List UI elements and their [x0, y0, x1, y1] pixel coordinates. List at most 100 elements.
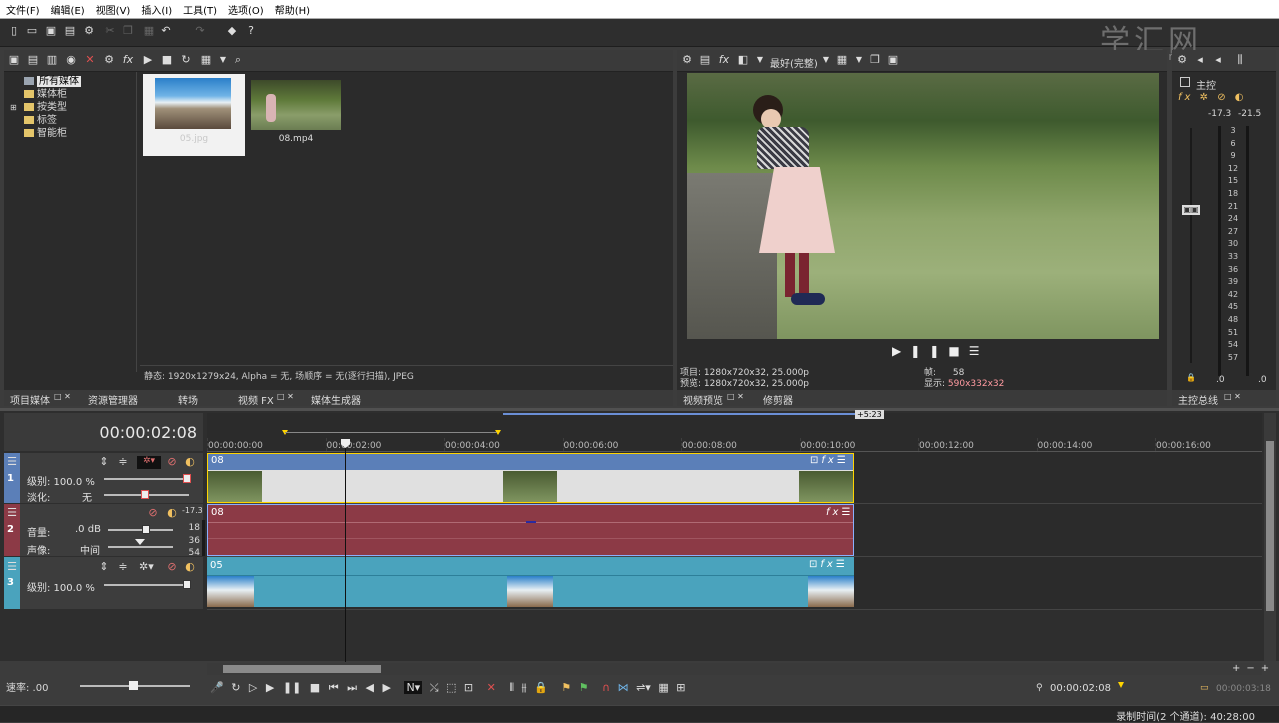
cursor-time[interactable]: 00:00:02:08 [1050, 683, 1111, 694]
redo-icon[interactable]: ↷ [194, 25, 206, 37]
menu-file[interactable]: 文件(F) [0, 0, 45, 17]
menu-edit[interactable]: 编辑(E) [45, 0, 90, 17]
volume-slider-thumb[interactable] [142, 525, 150, 534]
motion-icon[interactable]: ⇕ [98, 561, 110, 573]
menu-insert[interactable]: 插入(I) [135, 0, 177, 17]
preview-stop-icon[interactable]: ■ [948, 344, 968, 358]
media-item-mp4[interactable]: 08.mp4 [251, 78, 341, 150]
timeline-vscrollbar[interactable] [1264, 413, 1276, 661]
menu-help[interactable]: 帮助(H) [269, 0, 315, 17]
preview-menu-icon[interactable]: ☰ [969, 344, 989, 358]
tab-close-icon[interactable]: □ ✕ [727, 392, 744, 401]
master-checkbox[interactable] [1180, 77, 1190, 87]
split-icon[interactable]: ⫵ [521, 681, 526, 694]
help-icon[interactable]: ? [245, 25, 257, 37]
clip-icons[interactable]: ⊡fx☰ [809, 559, 848, 570]
play-from-start-icon[interactable]: ▷ [249, 681, 257, 694]
render-icon[interactable]: ◆ [226, 25, 238, 37]
capture-icon[interactable]: ▤ [27, 54, 39, 66]
mixer-icon[interactable]: ⫼ [1234, 54, 1246, 66]
loop-region-bar[interactable] [503, 413, 855, 415]
tab-video-fx[interactable]: 视频 FX [238, 392, 274, 407]
tree-item[interactable]: 媒体柜 [24, 88, 67, 101]
snap-icon[interactable]: ∩ [602, 681, 610, 694]
marker-icon[interactable]: ⚑ [561, 681, 571, 694]
save-icon[interactable]: ▣ [45, 25, 57, 37]
new-file-icon[interactable]: ▯ [8, 25, 20, 37]
master-fader-thumb[interactable]: ▣▣ [1182, 205, 1200, 215]
remove-icon[interactable]: ✕ [84, 54, 96, 66]
mute-icon[interactable]: ⊘ [166, 561, 178, 573]
media-fx-icon[interactable]: fx [122, 54, 134, 66]
paste-icon[interactable]: ▦ [143, 25, 155, 37]
overlays-dropdown-icon[interactable]: ▼ [853, 54, 865, 66]
preview-play-icon[interactable]: ▶ [892, 344, 910, 358]
clip-icons[interactable]: fx☰ [826, 507, 853, 518]
tab-explorer[interactable]: 资源管理器 [88, 392, 138, 407]
properties-gear-icon[interactable]: ⚙ [83, 25, 95, 37]
go-start-icon[interactable]: ⏮ [329, 681, 339, 694]
track-fx-dropdown[interactable]: ✲▾ [137, 456, 161, 469]
level-slider-thumb[interactable] [183, 474, 191, 483]
selection-tool-icon[interactable]: ⬚ [446, 681, 456, 694]
playhead[interactable] [345, 440, 346, 662]
tree-item[interactable]: 智能柜 [24, 127, 67, 140]
cut-icon[interactable]: ✂ [104, 25, 116, 37]
tree-root[interactable]: 所有媒体 [24, 75, 81, 88]
tab-close-icon[interactable]: □ ✕ [277, 392, 294, 401]
audio-clip[interactable]: 08 fx☰ [207, 504, 854, 556]
vscroll-thumb[interactable] [1266, 441, 1274, 611]
undo-icon[interactable]: ↶ [160, 25, 172, 37]
fade-slider-thumb[interactable] [141, 490, 149, 499]
go-end-icon[interactable]: ⏭ [347, 681, 357, 694]
tab-trimmer[interactable]: 修剪器 [763, 392, 793, 407]
media-properties-icon[interactable]: ⚙ [103, 54, 115, 66]
media-item-jpg[interactable]: 05.jpg [143, 74, 245, 156]
pause-icon[interactable]: ❚❚ [283, 681, 301, 694]
hscroll-thumb[interactable] [223, 665, 381, 673]
prev-frame-icon[interactable]: ◀ [366, 681, 374, 694]
region-icon[interactable]: ⚑ [579, 681, 589, 694]
menu-view[interactable]: 视图(V) [90, 0, 136, 17]
import-media-icon[interactable]: ▣ [8, 54, 20, 66]
menu-tools[interactable]: 工具(T) [177, 0, 222, 17]
rate-slider-thumb[interactable] [129, 681, 138, 690]
solo-icon[interactable]: ◐ [184, 561, 196, 573]
external-monitor-icon[interactable]: ▤ [699, 54, 711, 66]
solo-icon[interactable]: ◐ [184, 456, 196, 468]
mute-icon[interactable]: ⊘ [166, 456, 178, 468]
delete-icon[interactable]: ✕ [487, 681, 496, 694]
motion-icon[interactable]: ⇕ [98, 456, 110, 468]
auto-crossfade-icon[interactable]: ⋈ [618, 681, 629, 694]
stop-preview-icon[interactable]: ■ [161, 54, 173, 66]
get-media-icon[interactable]: ▥ [46, 54, 58, 66]
clip-icons[interactable]: ⊡fx☰ [810, 455, 849, 466]
solo-icon[interactable]: ◐ [166, 507, 178, 519]
preview-properties-icon[interactable]: ⚙ [681, 54, 693, 66]
tree-item[interactable]: 标签 [24, 114, 57, 127]
stop-icon[interactable]: ■ [310, 681, 320, 694]
lock-icon[interactable]: 🔒 [534, 681, 548, 694]
tab-video-preview[interactable]: 视频预览 [683, 392, 723, 407]
record-icon[interactable]: 🎤 [210, 681, 224, 694]
mute-icon[interactable]: ⊘ [147, 507, 159, 519]
downmix-icon[interactable]: ◂ [1194, 54, 1206, 66]
loop-icon[interactable]: ↻ [231, 681, 240, 694]
video-clip[interactable]: 08 ⊡fx☰ [207, 453, 854, 503]
master-fx-icons[interactable]: fx ✲ ⊘ ◐ [1178, 92, 1246, 103]
edit-tool-icon[interactable]: N▾ [404, 681, 423, 694]
preview-quality-select[interactable]: 最好(完整) [770, 55, 818, 70]
track-fx-icon[interactable]: ✲▾ [139, 561, 154, 573]
tab-close-icon[interactable]: □ ✕ [1224, 392, 1241, 401]
split-screen-icon[interactable]: ◧ [737, 54, 749, 66]
tab-master-bus[interactable]: 主控总线 [1178, 392, 1218, 407]
tab-maximize-icon[interactable]: □ ✕ [54, 392, 71, 401]
views-icon[interactable]: ▦ [200, 54, 212, 66]
tab-project-media[interactable]: 项目媒体 [10, 392, 50, 407]
master-lock-icon[interactable]: 🔒 [1186, 373, 1196, 382]
trim-icon[interactable]: ⫴ [509, 681, 514, 694]
lock-envelopes-icon[interactable]: ▦ [658, 681, 668, 694]
zoom-controls[interactable]: +−+ [1232, 663, 1275, 674]
preview-pause-icon[interactable]: ❚❚ [910, 344, 948, 358]
master-properties-icon[interactable]: ⚙ [1176, 54, 1188, 66]
